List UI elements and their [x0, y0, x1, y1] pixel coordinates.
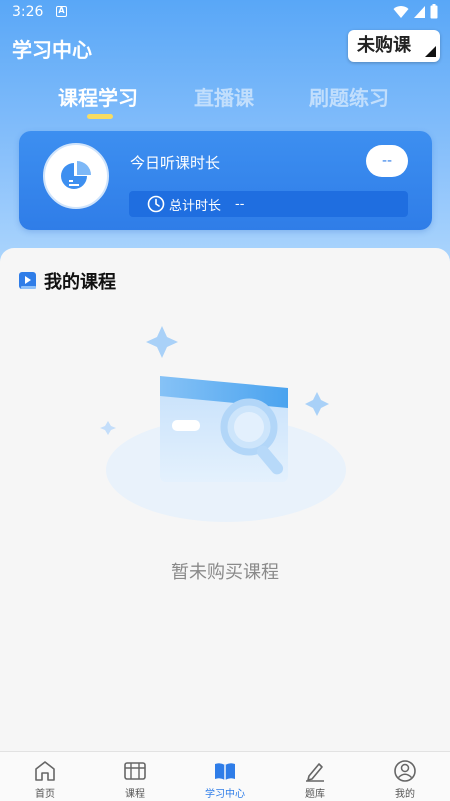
home-icon: [33, 758, 57, 784]
section-header: 我的课程: [18, 268, 116, 294]
status-time: 3:26: [12, 4, 44, 20]
bottom-nav: 首页 课程 学习中心 题库 我的: [0, 751, 450, 801]
clock-icon: [147, 195, 165, 213]
nav-item-course[interactable]: 课程: [90, 752, 180, 801]
empty-state-illustration: [100, 326, 346, 522]
page-title: 学习中心: [12, 38, 92, 62]
wifi-icon: [393, 5, 409, 18]
nav-item-question-bank[interactable]: 题库: [270, 752, 360, 801]
today-duration-label: 今日听课时长: [130, 154, 221, 172]
course-icon: [123, 758, 147, 784]
battery-icon: [430, 4, 438, 19]
today-duration-value: --: [366, 145, 408, 177]
total-duration-label: 总计时长: [169, 198, 222, 214]
nav-item-home[interactable]: 首页: [0, 752, 90, 801]
active-tab-indicator: [87, 114, 113, 119]
section-title: 我的课程: [44, 272, 116, 293]
signal-icon: [414, 5, 425, 18]
purchase-status-button[interactable]: 未购课: [348, 30, 440, 62]
empty-state-text: 暂未购买课程: [171, 562, 279, 583]
nav-label-course: 课程: [125, 789, 145, 800]
notification-icon: A: [56, 6, 67, 17]
tab-bar: 课程学习 直播课 刷题练习: [0, 82, 450, 122]
nav-label-question-bank: 题库: [305, 789, 325, 800]
purchase-status-label: 未购课: [357, 35, 411, 56]
my-courses-panel: 我的课程 暂未购买课程: [0, 248, 450, 751]
study-stats-card: 今日听课时长 -- 总计时长 --: [19, 131, 432, 230]
tab-live-course[interactable]: 直播课: [194, 82, 254, 111]
profile-icon: [393, 758, 417, 784]
nav-label-profile: 我的: [395, 789, 415, 800]
nav-item-study-center[interactable]: 学习中心: [180, 752, 270, 801]
status-icons: [393, 4, 438, 19]
course-book-icon: [18, 271, 38, 291]
stats-avatar: [43, 143, 109, 209]
dropdown-corner-icon: [425, 46, 436, 57]
study-center-icon: [213, 758, 237, 784]
tab-course-study[interactable]: 课程学习: [58, 82, 138, 111]
nav-label-home: 首页: [35, 789, 55, 800]
pie-chart-icon: [61, 161, 91, 189]
total-duration-bar: 总计时长 --: [129, 191, 408, 217]
question-bank-icon: [303, 758, 327, 784]
status-bar: 3:26 A: [0, 0, 450, 24]
total-duration-value: --: [235, 196, 245, 212]
nav-label-study-center: 学习中心: [205, 789, 245, 800]
tab-practice[interactable]: 刷题练习: [309, 82, 389, 111]
nav-item-profile[interactable]: 我的: [360, 752, 450, 801]
